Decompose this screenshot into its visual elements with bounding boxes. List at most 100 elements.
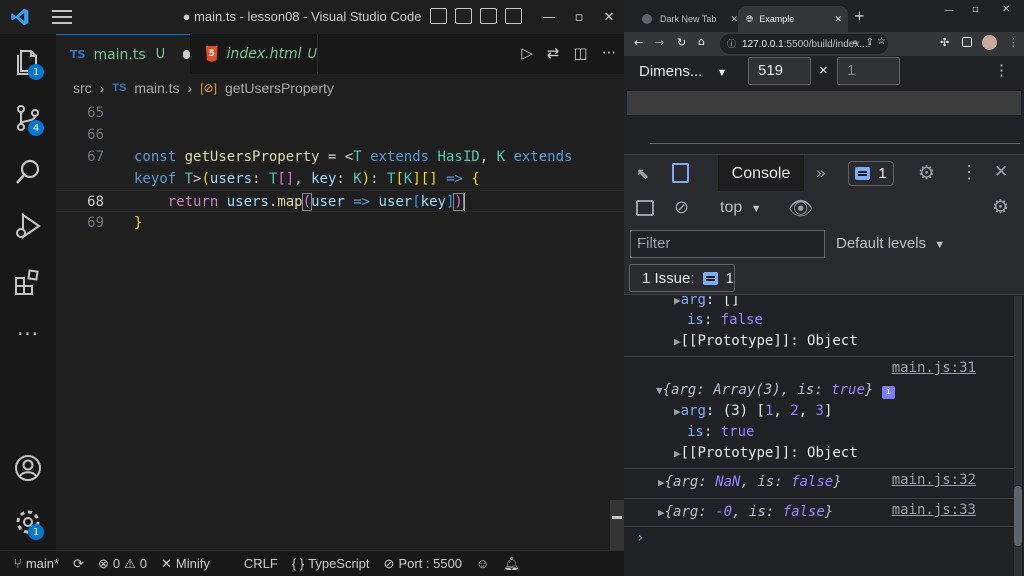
width-input[interactable]: 519 bbox=[748, 57, 811, 85]
breadcrumb-file[interactable]: main.ts bbox=[134, 80, 179, 96]
minimize-button[interactable]: — bbox=[944, 5, 954, 16]
back-arrow-icon[interactable]: ← bbox=[634, 36, 643, 49]
minimize-button[interactable]: — bbox=[534, 0, 564, 34]
browser-tab-dark-new-tab[interactable]: Dark New Tab ✕ bbox=[634, 6, 744, 32]
issues-count: 1 bbox=[725, 269, 734, 287]
device-more-icon[interactable]: ⋮ bbox=[994, 61, 1009, 79]
compare-changes-icon[interactable]: ⇄ bbox=[547, 44, 560, 62]
device-toggle-icon[interactable] bbox=[672, 163, 689, 183]
live-server-port[interactable]: ⊘ Port : 5500 bbox=[384, 556, 463, 572]
devtools-menu-icon[interactable]: ⋮ bbox=[960, 162, 978, 183]
console-scrollbar[interactable] bbox=[1014, 296, 1022, 576]
sidebar-toggle-icon[interactable] bbox=[636, 200, 654, 216]
globe-icon: 🌐︎ bbox=[746, 13, 754, 24]
console-log-entry[interactable]: ▼{arg: Array(3), is: true} i bbox=[656, 380, 1024, 401]
resize-handle[interactable] bbox=[650, 143, 1020, 144]
console-prop[interactable]: ▶[[Prototype]]: Object bbox=[674, 443, 1024, 464]
editor-tabs: TS main.ts U 5 index.html U ▷ ⇄ ◫ ··· bbox=[56, 34, 624, 74]
line-number: 69 bbox=[87, 215, 104, 231]
maximize-button[interactable]: ▫ bbox=[564, 0, 594, 34]
log-levels-dropdown[interactable]: Default levels ▼ bbox=[836, 235, 945, 252]
split-editor-icon[interactable]: ◫ bbox=[574, 44, 588, 62]
console-prompt-chevron-icon[interactable]: › bbox=[636, 528, 1024, 549]
error-icon: ⊗ bbox=[97, 555, 109, 571]
feedback-icon[interactable]: ☺ bbox=[476, 556, 489, 571]
device-dropdown[interactable]: Dimens... ▼ bbox=[639, 63, 727, 80]
breadcrumb-folder[interactable]: src bbox=[73, 80, 92, 96]
accounts-icon[interactable] bbox=[12, 452, 44, 484]
maximize-button[interactable]: ▫ bbox=[972, 4, 979, 15]
tab-main-ts[interactable]: TS main.ts U bbox=[56, 34, 190, 74]
extensions-puzzle-icon[interactable]: ✣ bbox=[940, 36, 949, 49]
messages-badge[interactable]: 1 bbox=[848, 161, 894, 186]
divider bbox=[624, 356, 1016, 357]
typescript-file-icon: TS bbox=[112, 82, 127, 94]
close-tab-icon[interactable]: ✕ bbox=[730, 14, 738, 25]
search-icon[interactable] bbox=[12, 156, 44, 188]
close-x-icon: ✕ bbox=[161, 555, 172, 571]
filter-row: Filter Default levels ▼ bbox=[624, 227, 1024, 262]
console-prop[interactable]: ▶arg: (3) [1, 2, 3] bbox=[674, 401, 1024, 422]
issue-message-icon bbox=[702, 271, 718, 285]
zoom-icon[interactable]: ⌕ bbox=[852, 37, 858, 48]
more-views-icon[interactable]: ··· bbox=[12, 322, 44, 354]
source-link[interactable]: main.js:31 bbox=[892, 360, 976, 376]
profile-avatar[interactable] bbox=[982, 35, 997, 50]
git-branch[interactable]: ⑂ main* bbox=[14, 556, 59, 571]
browser-menu-icon[interactable]: ⋮ bbox=[1008, 36, 1019, 49]
share-icon[interactable]: ⇪ bbox=[866, 37, 874, 48]
forward-arrow-icon[interactable]: → bbox=[655, 36, 664, 49]
address-bar[interactable]: ⓘ 127.0.0.1:5500/build/index.... ⌕ ⇪ ☆ bbox=[720, 34, 888, 54]
problems-indicator[interactable]: ⊗ 0 ⚠ 0 bbox=[98, 556, 147, 572]
inspect-element-icon[interactable]: ⬉ bbox=[636, 164, 649, 184]
language-mode[interactable]: { } TypeScript bbox=[292, 556, 370, 571]
toggle-secondary-sidebar-icon[interactable] bbox=[480, 8, 497, 24]
settings-gear-icon[interactable]: ⚙ bbox=[918, 162, 935, 185]
tab-console[interactable]: Console bbox=[718, 155, 804, 192]
side-panel-icon[interactable] bbox=[962, 37, 972, 47]
console-output[interactable]: ▶arg: [] is: false ▶[[Prototype]]: Objec… bbox=[624, 296, 1024, 576]
eol-indicator[interactable]: CRLF bbox=[244, 556, 278, 571]
toggle-primary-sidebar-icon[interactable] bbox=[430, 8, 447, 24]
issues-button[interactable]: 1 Issue: 1 bbox=[629, 264, 735, 292]
context-selector[interactable]: top ▼ bbox=[720, 199, 762, 217]
console-prop[interactable]: ▶[[Prototype]]: Object bbox=[674, 331, 1024, 352]
info-icon: ⓘ bbox=[727, 39, 737, 49]
notifications-bell-icon[interactable]: 🔔︎ bbox=[503, 556, 520, 572]
typescript-file-icon: TS bbox=[70, 48, 86, 61]
minify-button[interactable]: ✕ Minify bbox=[161, 556, 210, 572]
console-settings-gear-icon[interactable]: ⚙ bbox=[992, 196, 1009, 219]
close-window-button[interactable]: ✕ bbox=[1002, 4, 1010, 15]
more-actions-icon[interactable]: ··· bbox=[602, 44, 616, 62]
tab-index-html[interactable]: 5 index.html U bbox=[190, 34, 318, 74]
source-control-badge: 4 bbox=[28, 120, 44, 136]
sync-icon[interactable]: ⟳ bbox=[73, 556, 84, 572]
close-tab-icon[interactable]: ✕ bbox=[834, 14, 842, 25]
live-expression-eye-icon[interactable]: 👁︎ bbox=[788, 196, 813, 221]
source-link[interactable]: main.js:32 bbox=[892, 472, 976, 488]
clear-console-icon[interactable]: ⊘ bbox=[674, 197, 689, 218]
filter-input[interactable]: Filter bbox=[630, 230, 825, 258]
customize-layout-icon[interactable] bbox=[505, 8, 522, 24]
chevron-right-icon: › bbox=[187, 80, 193, 96]
breadcrumb-symbol[interactable]: getUsersProperty bbox=[225, 80, 334, 96]
extensions-icon[interactable] bbox=[12, 266, 44, 298]
home-icon[interactable]: ⌂ bbox=[698, 35, 705, 48]
bookmark-star-icon[interactable]: ☆ bbox=[877, 36, 886, 47]
close-devtools-icon[interactable]: ✕ bbox=[994, 162, 1008, 182]
browser-tab-example[interactable]: 🌐︎ Example ✕ bbox=[738, 6, 848, 32]
new-tab-plus-icon[interactable]: + bbox=[854, 9, 865, 24]
close-window-button[interactable]: ✕ bbox=[594, 0, 624, 34]
unsaved-dot-icon[interactable] bbox=[183, 50, 190, 59]
code-editor[interactable]: 65 66 67 const getUsersProperty = <T ext… bbox=[56, 102, 624, 576]
reload-icon[interactable]: ↻ bbox=[677, 36, 686, 49]
context-label: top bbox=[720, 199, 743, 216]
message-icon bbox=[855, 167, 871, 180]
height-input[interactable]: 1 bbox=[837, 57, 900, 85]
toggle-panel-icon[interactable] bbox=[455, 8, 472, 24]
run-icon[interactable]: ▷ bbox=[521, 44, 533, 62]
more-tabs-chevron-icon[interactable]: » bbox=[816, 163, 825, 183]
source-link[interactable]: main.js:33 bbox=[892, 502, 976, 518]
chevron-right-icon: › bbox=[99, 80, 105, 96]
run-and-debug-icon[interactable] bbox=[12, 210, 44, 242]
